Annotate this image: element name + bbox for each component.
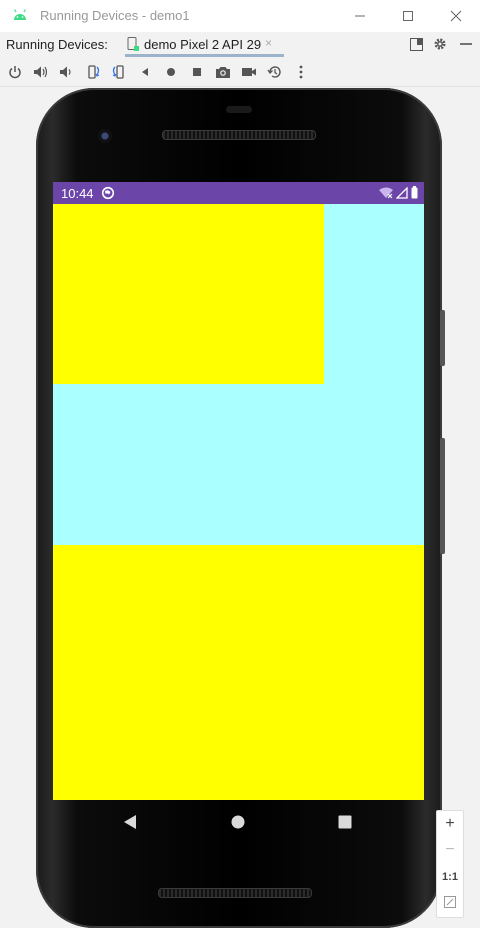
volume-up-icon [34, 66, 48, 78]
maximize-button[interactable] [396, 4, 420, 28]
close-window-button[interactable] [444, 4, 468, 28]
layout-toggle-button[interactable] [408, 36, 424, 52]
device-icon [127, 37, 139, 51]
zoom-in-button[interactable]: + [437, 815, 463, 833]
nav-home-button[interactable] [230, 814, 246, 830]
maximize-icon [403, 11, 413, 21]
gear-icon [434, 38, 446, 50]
nav-back-button[interactable] [122, 814, 138, 830]
device-screen[interactable]: 10:44 [53, 182, 424, 800]
app-notification-icon [101, 186, 115, 200]
device-toolbar [0, 59, 480, 85]
minimize-icon [355, 15, 365, 17]
overview-icon [193, 68, 201, 76]
back-icon [142, 68, 148, 76]
device-power-key [440, 310, 445, 366]
settings-button[interactable] [432, 36, 448, 52]
window-title-bar: Running Devices - demo1 [0, 0, 480, 32]
wifi-icon [379, 187, 393, 198]
screen-record-button[interactable] [240, 63, 258, 81]
device-tabs-row: Running Devices: demo Pixel 2 API 29 × [0, 32, 480, 57]
android-icon [13, 9, 27, 20]
yellow-box-top [53, 204, 324, 384]
video-camera-icon [242, 68, 256, 76]
cell-signal-icon [396, 186, 408, 199]
top-speaker-grille [162, 130, 316, 140]
overview-square-icon [338, 815, 352, 829]
status-icons [379, 186, 418, 199]
toolbar-separator [0, 86, 480, 87]
rotate-right-icon [112, 65, 124, 79]
overview-button[interactable] [188, 63, 206, 81]
home-circle-icon [231, 815, 245, 829]
rotate-left-icon [88, 65, 100, 79]
front-camera [98, 129, 112, 143]
more-vertical-icon [299, 65, 303, 79]
back-triangle-icon [124, 815, 136, 829]
more-options-button[interactable] [292, 63, 310, 81]
home-icon [167, 68, 175, 76]
tab-selected-indicator [125, 54, 284, 57]
android-navigation-bar [53, 800, 424, 844]
fit-screen-icon [444, 896, 456, 908]
minimize-icon [460, 43, 472, 45]
close-icon [450, 10, 462, 22]
yellow-box-bottom [53, 545, 424, 800]
zoom-out-button[interactable]: − [437, 841, 463, 859]
screenshot-button[interactable] [214, 63, 232, 81]
rotate-right-button[interactable] [110, 63, 128, 81]
history-icon [267, 66, 281, 78]
fit-screen-button[interactable] [437, 895, 463, 913]
camera-icon [216, 67, 230, 78]
running-devices-label: Running Devices: [6, 37, 108, 52]
bottom-speaker-grille [158, 888, 312, 898]
volume-down-icon [60, 66, 71, 78]
device-volume-keys [440, 438, 445, 554]
power-button[interactable] [6, 63, 24, 81]
home-button[interactable] [162, 63, 180, 81]
nav-overview-button[interactable] [337, 814, 353, 830]
split-layout-icon [409, 37, 423, 51]
back-button[interactable] [136, 63, 154, 81]
actual-size-button[interactable]: 1:1 [437, 871, 463, 883]
hide-panel-button[interactable] [458, 36, 474, 52]
window-title: Running Devices - demo1 [40, 8, 190, 23]
minimize-button[interactable] [348, 4, 372, 28]
volume-down-button[interactable] [57, 63, 75, 81]
battery-icon [411, 186, 418, 199]
tab-demo-pixel-2[interactable]: demo Pixel 2 API 29 × [122, 32, 284, 57]
proximity-sensor [226, 106, 252, 113]
rotate-left-button[interactable] [84, 63, 102, 81]
tab-label: demo Pixel 2 API 29 [144, 37, 262, 52]
status-time: 10:44 [61, 186, 94, 201]
tab-close-button[interactable]: × [265, 36, 272, 50]
power-icon [9, 66, 21, 79]
zoom-controls: + − 1:1 [436, 810, 464, 918]
volume-up-button[interactable] [32, 63, 50, 81]
android-status-bar: 10:44 [53, 182, 424, 204]
snapshots-button[interactable] [266, 63, 284, 81]
